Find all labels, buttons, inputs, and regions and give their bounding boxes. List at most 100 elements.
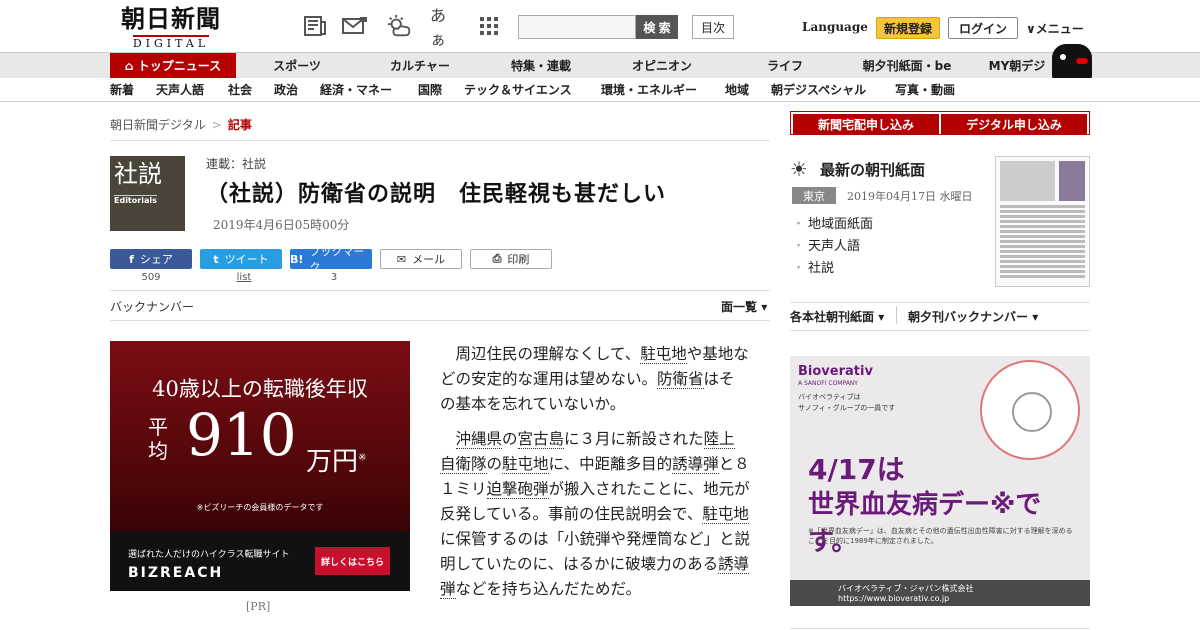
- nav-international[interactable]: 国際: [418, 78, 442, 102]
- paper-line: [1000, 220, 1085, 223]
- breadcrumb-current: 記事: [227, 118, 252, 132]
- nav-sports[interactable]: スポーツ: [262, 53, 332, 79]
- region-badge: 東京: [792, 187, 836, 204]
- weather-icon[interactable]: [386, 14, 412, 38]
- nav-special[interactable]: 朝デジスペシャル: [771, 78, 866, 102]
- ad-amount: 910: [186, 401, 297, 469]
- nav-politics[interactable]: 政治: [274, 78, 298, 102]
- mail-icon: ✉: [396, 252, 407, 266]
- view-list-dropdown[interactable]: 面一覧 ▾: [721, 298, 767, 315]
- hatena-icon: B!: [290, 252, 304, 266]
- keyword-link[interactable]: 宮古島: [517, 430, 565, 449]
- article-body: 周辺住民の理解なくして、駐屯地や基地などの安定的な運用は望めない。防衛省はその基…: [440, 342, 750, 612]
- subscribe-tabs: 新聞宅配申し込み デジタル申し込み: [790, 111, 1090, 135]
- keyword-link[interactable]: 駐屯地: [502, 455, 549, 474]
- tweet-count-link[interactable]: list: [200, 272, 288, 283]
- paper-line: [1000, 235, 1085, 238]
- keyword-link[interactable]: 沖縄県: [455, 430, 503, 449]
- nav-top-news[interactable]: ⌂ トップニュース: [110, 53, 236, 79]
- ad-footer: バイオベラティブ・ジャパン株式会社 https://www.bioverativ…: [790, 580, 1090, 606]
- branch-paper-dropdown[interactable]: 各本社朝刊紙面 ▾: [790, 308, 884, 325]
- paper-line: [1000, 255, 1085, 258]
- keyword-link[interactable]: 駐屯地: [702, 505, 749, 524]
- mascot-icon[interactable]: [1052, 44, 1092, 80]
- nav-tenseijingo[interactable]: 天声人語: [156, 78, 204, 102]
- article-title: （社説）防衛省の説明 住民軽視も甚だしい: [206, 182, 667, 207]
- nav-features[interactable]: 特集・連載: [498, 53, 584, 79]
- nav-tech[interactable]: テック＆サイエンス: [464, 78, 572, 102]
- triangle-down-icon: ▾: [1032, 310, 1039, 324]
- toc-button[interactable]: 目次: [692, 15, 734, 39]
- ad-cta-button[interactable]: 詳しくはこちら: [315, 547, 390, 575]
- ad-intro-2: サノフィ・グループの一員です: [798, 404, 896, 412]
- paper-line: [1000, 240, 1085, 243]
- triangle-down-icon: ▾: [761, 300, 768, 314]
- nav-society[interactable]: 社会: [228, 78, 252, 102]
- link-regional-pages[interactable]: 地域面紙面: [792, 213, 873, 232]
- bioverativ-ad[interactable]: Bioverativ A SANOFI COMPANY バイオベラティブは サノフ…: [790, 356, 1090, 606]
- newspaper-thumbnail[interactable]: [995, 156, 1090, 287]
- ad-note: ※ビズリーチの会員様のデータです: [196, 503, 324, 512]
- paper-line: [1000, 210, 1085, 213]
- tweet-button[interactable]: t ツイート: [200, 249, 282, 269]
- nav-economy[interactable]: 経済・マネー: [320, 78, 392, 102]
- menu-button[interactable]: ∨メニュー: [1026, 20, 1084, 37]
- bizreach-ad[interactable]: 40歳以上の転職後年収 平均 910 万円※ ※ビズリーチの会員様のデータです …: [110, 341, 410, 591]
- home-icon: ⌂: [124, 59, 138, 73]
- share-label: シェア: [139, 253, 173, 266]
- grid-menu-icon[interactable]: [476, 14, 502, 38]
- language-link[interactable]: Language: [802, 20, 868, 34]
- ad-unit-text: 万円: [306, 447, 359, 477]
- link-editorials[interactable]: 社説: [792, 257, 834, 276]
- font-size-icon[interactable]: あぁ: [430, 6, 456, 49]
- search-button[interactable]: 検 索: [636, 15, 678, 39]
- nav-photo-video[interactable]: 写真・動画: [895, 78, 955, 102]
- bookmark-count: 3: [330, 272, 338, 283]
- back-numbers-link[interactable]: バックナンバー: [110, 298, 194, 315]
- nav-newspaper[interactable]: 朝夕刊紙面・be: [852, 53, 962, 79]
- newspaper-icon[interactable]: [302, 14, 328, 38]
- divider: [896, 306, 897, 324]
- nav-culture[interactable]: カルチャー: [380, 53, 460, 79]
- mail-icon[interactable]: [342, 14, 368, 38]
- latest-paper-title[interactable]: 最新の朝刊紙面: [820, 159, 925, 180]
- paper-line: [1000, 250, 1085, 253]
- login-button[interactable]: ログイン: [948, 17, 1018, 39]
- signup-button[interactable]: 新規登録: [876, 17, 940, 39]
- keyword-link[interactable]: 防衛省: [657, 370, 704, 389]
- breadcrumb-home[interactable]: 朝日新聞デジタル: [110, 118, 206, 132]
- nav-region[interactable]: 地域: [725, 78, 749, 102]
- secondary-nav: 新着 天声人語 社会 政治 経済・マネー 国際 テック＆サイエンス 環境・エネル…: [0, 78, 1200, 102]
- print-icon: ⎙: [492, 252, 502, 265]
- breadcrumb: 朝日新聞デジタル > 記事: [110, 116, 252, 133]
- nav-opinion[interactable]: オピニオン: [622, 53, 702, 79]
- site-logo[interactable]: 朝日新聞 DIGITAL: [112, 6, 230, 50]
- paper-line: [1000, 275, 1085, 278]
- digital-signup-button[interactable]: デジタル申し込み: [941, 114, 1087, 134]
- paper-line: [1000, 225, 1085, 228]
- paper-line: [1000, 270, 1085, 273]
- bookmark-label: ブックマーク: [309, 245, 365, 274]
- ad-unit: 万円※: [306, 441, 366, 478]
- newspaper-delivery-button[interactable]: 新聞宅配申し込み: [793, 114, 939, 134]
- divider: [790, 330, 1090, 331]
- article-date: 2019年4月6日05時00分: [213, 218, 350, 232]
- keyword-link[interactable]: 誘導弾: [672, 455, 719, 474]
- hatena-bookmark-button[interactable]: B! ブックマーク: [290, 245, 372, 274]
- facebook-share-button[interactable]: f シェア: [110, 249, 192, 269]
- nav-my-asadigi[interactable]: MY朝デジ: [982, 53, 1052, 79]
- series-label[interactable]: 連載：社説: [206, 155, 266, 172]
- keyword-link[interactable]: 迫撃砲弾: [486, 480, 549, 499]
- primary-nav: ⌂ トップニュース スポーツ カルチャー 特集・連載 オピニオン ライフ 朝夕刊…: [0, 52, 1200, 79]
- nav-life[interactable]: ライフ: [756, 53, 814, 79]
- link-tenseijingo[interactable]: 天声人語: [792, 235, 860, 254]
- search-input[interactable]: [518, 15, 636, 39]
- keyword-link[interactable]: 駐屯地: [640, 345, 687, 364]
- nav-new[interactable]: 新着: [110, 78, 134, 102]
- back-number-dropdown[interactable]: 朝夕刊バックナンバー ▾: [908, 308, 1038, 325]
- chevron-down-icon: ∨: [1026, 22, 1036, 36]
- email-button[interactable]: ✉ メール: [380, 249, 462, 269]
- nav-environment[interactable]: 環境・エネルギー: [601, 78, 697, 102]
- paper-line: [1000, 215, 1085, 218]
- print-button[interactable]: ⎙ 印刷: [470, 249, 552, 269]
